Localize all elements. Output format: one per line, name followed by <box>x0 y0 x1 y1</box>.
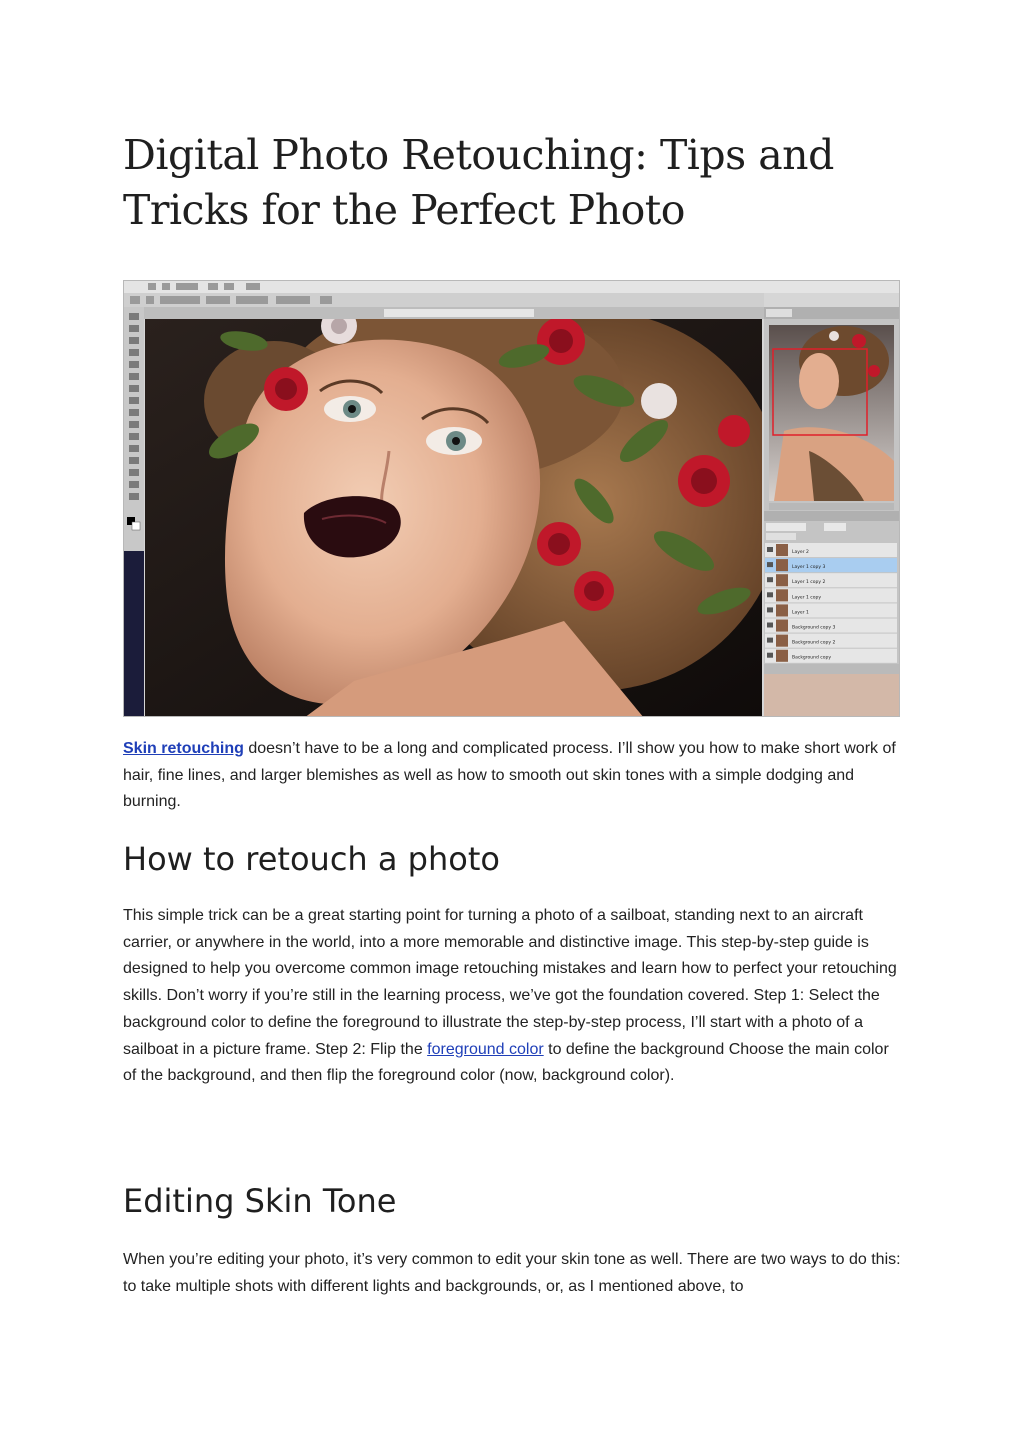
layer-row[interactable]: Layer 1 copy <box>765 588 897 603</box>
layer-thumbnail <box>776 604 788 617</box>
eye-icon[interactable] <box>767 607 773 613</box>
eye-icon[interactable] <box>767 577 773 583</box>
section-heading-retouch: How to retouch a photo <box>123 840 500 878</box>
layer-row[interactable]: Layer 1 <box>765 603 897 618</box>
section-heading-skin-tone: Editing Skin Tone <box>123 1182 397 1220</box>
layer-thumbnail <box>776 634 788 647</box>
eye-icon[interactable] <box>767 562 773 568</box>
layer-row[interactable]: Background copy 3 <box>765 618 897 633</box>
photoshop-screenshot-image: Layer 2 Layer 1 copy 3 Layer 1 copy 2 Layer… <box>124 281 899 716</box>
skin-tone-paragraph: When you’re editing your photo, it’s ver… <box>123 1251 901 1295</box>
layer-name: Background copy 2 <box>792 640 835 646</box>
retouch-text-before-link: This simple trick can be a great startin… <box>123 907 897 1058</box>
layer-row[interactable]: Layer 1 copy 2 <box>765 573 897 588</box>
eye-icon[interactable] <box>767 547 773 552</box>
layer-thumbnail <box>776 589 788 602</box>
layer-row[interactable]: Background copy 2 <box>765 633 897 648</box>
intro-paragraph: Skin retouching doesn’t have to be a lon… <box>123 736 901 816</box>
layer-thumbnail <box>776 619 788 632</box>
retouch-paragraph: This simple trick can be a great startin… <box>123 903 901 1090</box>
layer-thumbnail <box>776 544 788 557</box>
layer-name: Layer 2 <box>792 549 809 555</box>
article-title: Digital Photo Retouching: Tips and Trick… <box>123 131 834 234</box>
layer-name: Layer 1 copy 3 <box>792 564 825 570</box>
document-page: Digital Photo Retouching: Tips and Trick… <box>0 0 1023 1448</box>
layer-row[interactable]: Background copy <box>765 648 897 663</box>
layer-thumbnail <box>776 649 788 662</box>
layer-row[interactable]: Layer 2 <box>765 543 897 558</box>
foreground-color-link[interactable]: foreground color <box>427 1041 544 1058</box>
skin-retouching-link[interactable]: Skin retouching <box>123 740 244 757</box>
layer-name: Background copy 3 <box>792 625 835 631</box>
layer-name: Background copy <box>792 655 831 661</box>
eye-icon[interactable] <box>767 637 773 643</box>
layer-name: Layer 1 copy 2 <box>792 579 825 585</box>
layer-name: Layer 1 <box>792 609 809 615</box>
layer-name: Layer 1 copy <box>792 594 821 600</box>
eye-icon[interactable] <box>767 592 773 598</box>
eye-icon[interactable] <box>767 652 773 658</box>
layer-thumbnail <box>776 559 788 572</box>
eye-icon[interactable] <box>767 622 773 628</box>
layer-row[interactable]: Layer 1 copy 3 <box>765 558 897 573</box>
layer-thumbnail <box>776 574 788 587</box>
article-figure-photoshop-screenshot: Layer 2 Layer 1 copy 3 Layer 1 copy 2 Layer… <box>123 280 900 717</box>
